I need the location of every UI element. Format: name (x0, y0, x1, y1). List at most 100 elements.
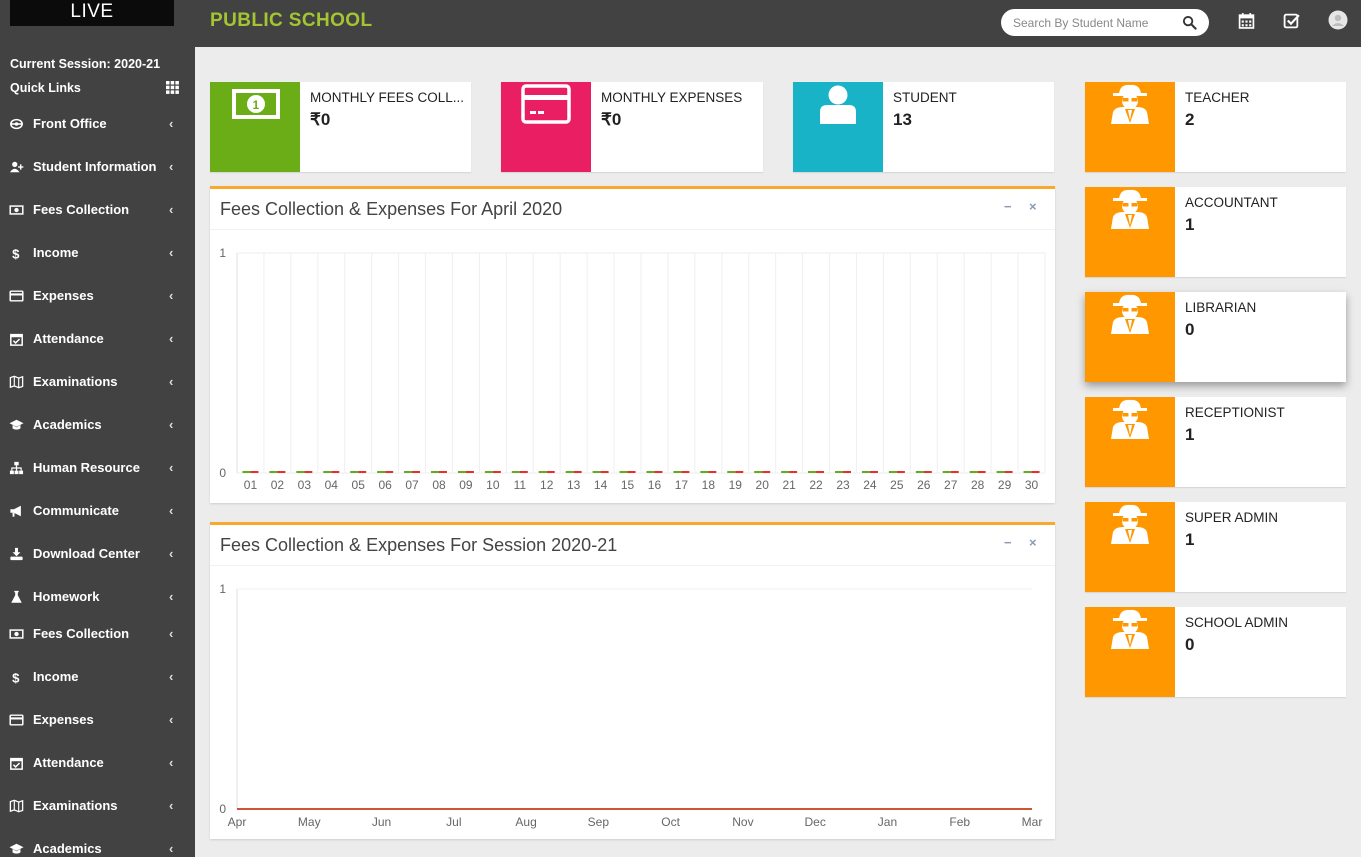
sitemap-icon (9, 461, 24, 475)
sidebar-item-label: Income (33, 245, 79, 260)
session-line-chart: 0 1 Apr May Jun Jul Aug Sep Oct Nov Dec Jan Feb Mar (219, 582, 1042, 829)
sidebar-item-academics[interactable]: Academics ‹ (0, 410, 195, 440)
x-tick-label: 18 (702, 478, 716, 492)
user-avatar-icon[interactable] (1328, 10, 1348, 30)
sidebar-item-human-resource[interactable]: Human Resource ‹ (0, 453, 195, 483)
bar (969, 471, 978, 473)
x-tick-label: 17 (675, 478, 689, 492)
bar (385, 471, 394, 473)
search-icon[interactable] (1182, 15, 1197, 30)
bar (465, 471, 474, 473)
role-receptionist[interactable]: RECEPTIONIST 1 (1085, 397, 1346, 487)
chevron-left-icon: ‹ (169, 116, 174, 131)
sidebar-item-attendance[interactable]: Attendance ‹ (0, 324, 195, 354)
x-tick-label: 11 (514, 478, 527, 492)
sidebar-item-front-office[interactable]: Front Office ‹ (0, 109, 195, 139)
role-label: SUPER ADMIN (1185, 510, 1279, 525)
stat-value: ₹0 (310, 110, 331, 129)
chevron-left-icon: ‹ (169, 712, 174, 727)
school-name[interactable]: PUBLIC SCHOOL (210, 10, 372, 32)
role-label: ACCOUNTANT (1185, 195, 1278, 210)
sidebar-item-download-center[interactable]: Download Center ‹ (0, 539, 195, 569)
top-header: LIVE PUBLIC SCHOOL (0, 0, 1361, 47)
x-tick-label: 19 (729, 478, 743, 492)
role-teacher[interactable]: TEACHER 2 (1085, 82, 1346, 172)
front-office-icon (10, 118, 23, 130)
sidebar-item-homework[interactable]: Homework ‹ (0, 582, 195, 612)
role-super-admin[interactable]: SUPER ADMIN 1 (1085, 502, 1346, 592)
bar (358, 471, 367, 473)
role-librarian[interactable]: LIBRARIAN 0 (1085, 292, 1346, 382)
download-icon (10, 547, 23, 561)
minimize-button[interactable]: − (1004, 535, 1012, 550)
bar (646, 471, 655, 473)
sidebar-item-expenses[interactable]: Expenses ‹ (0, 281, 195, 311)
bar (1023, 471, 1032, 473)
bar (627, 471, 636, 473)
calendar-icon[interactable] (1238, 12, 1255, 29)
graduation-cap-icon (9, 419, 24, 430)
stat-monthly-expenses[interactable]: MONTHLY EXPENSES ₹0 (501, 82, 763, 172)
quick-links[interactable]: Quick Links (10, 81, 81, 95)
sidebar-item-communicate[interactable]: Communicate ‹ (0, 496, 195, 526)
x-tick-label: 22 (809, 478, 823, 492)
stat-monthly-fees[interactable]: 1 MONTHLY FEES COLL... ₹0 (210, 82, 471, 172)
x-tick-label: 02 (271, 478, 285, 492)
grid-icon[interactable] (166, 81, 179, 94)
sidebar-item-expenses-2[interactable]: Expenses ‹ (0, 705, 195, 735)
user-secret-icon (1085, 82, 1175, 172)
sidebar-item-income-2[interactable]: $ Income ‹ (0, 662, 195, 692)
task-check-icon[interactable] (1283, 12, 1300, 29)
role-school-admin[interactable]: SCHOOL ADMIN 0 (1085, 607, 1346, 697)
sidebar-item-fees-collection-2[interactable]: Fees Collection ‹ (0, 619, 195, 649)
sidebar-item-income[interactable]: $ Income ‹ (0, 238, 195, 268)
sidebar-item-student-information[interactable]: Student Information ‹ (0, 152, 195, 182)
x-tick-label: 26 (917, 478, 931, 492)
sidebar-item-label: Homework (33, 589, 100, 604)
minimize-button[interactable]: − (1004, 199, 1012, 214)
bar (565, 471, 574, 473)
bar (1004, 471, 1013, 473)
sidebar-item-examinations[interactable]: Examinations ‹ (0, 367, 195, 397)
x-tick-label: 23 (836, 478, 850, 492)
sidebar-item-examinations-2[interactable]: Examinations ‹ (0, 791, 195, 821)
sidebar-item-attendance-2[interactable]: Attendance ‹ (0, 748, 195, 778)
bar (242, 471, 251, 473)
chart-panel-session: Fees Collection & Expenses For Session 2… (210, 522, 1055, 839)
app-logo[interactable]: LIVE (10, 0, 174, 26)
flask-icon (11, 590, 22, 603)
bar (950, 471, 959, 473)
role-label: SCHOOL ADMIN (1185, 615, 1289, 630)
bar (781, 471, 790, 473)
stat-student[interactable]: STUDENT 13 (793, 82, 1054, 172)
bar (323, 471, 332, 473)
user-secret-icon (1085, 397, 1175, 487)
sidebar-item-academics-2[interactable]: Academics ‹ (0, 834, 195, 857)
role-count: 2 (1185, 110, 1195, 129)
april-bar-chart: 0101 02 03 04 05 06 07 08 09 10 11 12 13 14 15 16 17 18 19… (219, 246, 1046, 492)
x-tick-label: Oct (661, 815, 680, 829)
role-count: 1 (1185, 215, 1195, 234)
bar (331, 471, 340, 473)
x-tick-label: 25 (890, 478, 904, 492)
role-label: TEACHER (1185, 90, 1250, 105)
x-tick-label: 27 (944, 478, 958, 492)
role-accountant[interactable]: ACCOUNTANT 1 (1085, 187, 1346, 277)
chevron-left-icon: ‹ (169, 546, 174, 561)
x-tick-label: 04 (325, 478, 339, 492)
search-input[interactable] (1013, 14, 1163, 31)
sidebar-item-fees-collection[interactable]: Fees Collection ‹ (0, 195, 195, 225)
map-icon (9, 799, 24, 813)
sidebar-item-label: Expenses (33, 288, 94, 303)
sidebar-item-label: Attendance (33, 755, 104, 770)
chart-title: Fees Collection & Expenses For April 202… (220, 199, 563, 219)
close-button[interactable]: × (1029, 199, 1037, 214)
sidebar-item-label: Download Center (33, 546, 140, 561)
close-button[interactable]: × (1029, 535, 1037, 550)
role-count: 1 (1185, 425, 1195, 444)
x-tick-label: 20 (756, 478, 770, 492)
bar (727, 471, 736, 473)
bar (808, 471, 817, 473)
role-count: 1 (1185, 530, 1195, 549)
chevron-left-icon: ‹ (169, 503, 174, 518)
